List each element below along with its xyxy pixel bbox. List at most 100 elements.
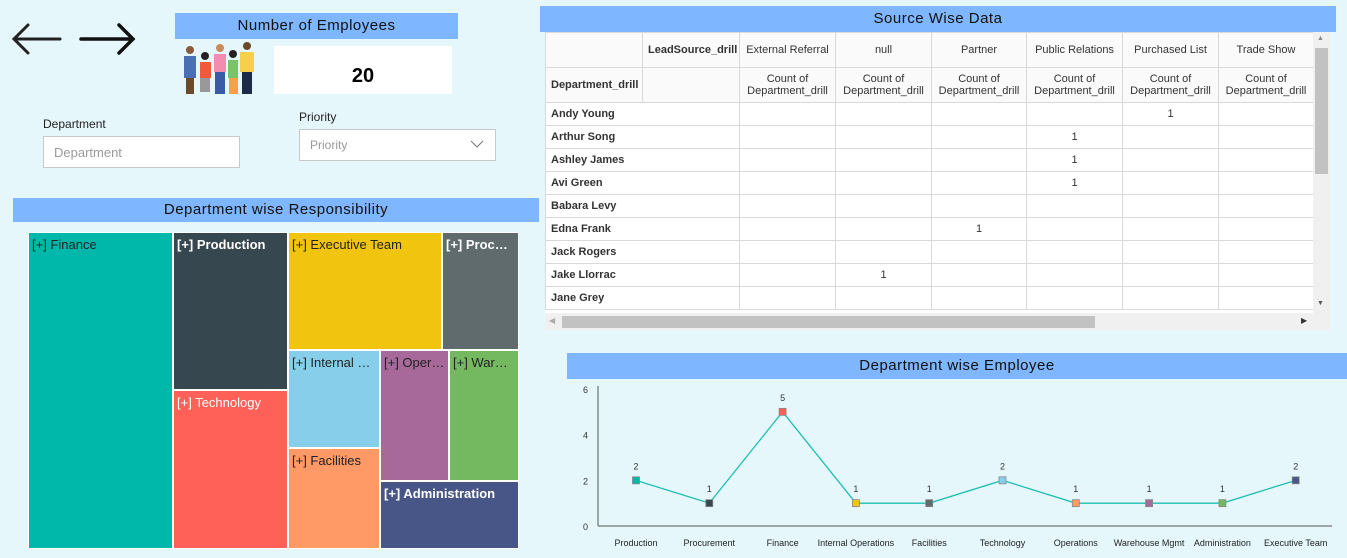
horizontal-scrollbar[interactable]: ◀ ▶ (545, 313, 1330, 330)
table-cell (1026, 240, 1123, 264)
forward-button[interactable] (78, 22, 138, 56)
table-cell (1026, 102, 1123, 126)
table-cell (835, 125, 932, 149)
table-cell (739, 102, 836, 126)
treemap-tile[interactable]: [+] Production (173, 232, 288, 390)
table-cell (1218, 194, 1313, 218)
treemap-tile[interactable]: [+] Warehouse Mgmt (449, 350, 519, 481)
scroll-right-icon[interactable]: ▶ (1301, 316, 1307, 325)
table-cell (739, 125, 836, 149)
table-cell (739, 240, 836, 264)
back-button[interactable] (10, 22, 64, 56)
column-header[interactable]: Partner (931, 32, 1027, 68)
row-header[interactable]: Jake Llorrac (545, 263, 740, 287)
vertical-scroll-thumb[interactable] (1315, 48, 1328, 174)
table-cell (739, 194, 836, 218)
scroll-up-icon[interactable]: ▲ (1317, 35, 1324, 42)
treemap-tile[interactable]: [+] Finance (28, 232, 173, 549)
x-tick-label: Executive Team (1264, 538, 1327, 548)
chevron-down-icon (470, 140, 484, 148)
vertical-scrollbar[interactable]: ▲ ▼ (1313, 32, 1330, 313)
table-cell: 1 (1026, 148, 1123, 172)
measure-header: Count of Department_drill (931, 67, 1027, 103)
row-header[interactable]: Edna Frank (545, 217, 740, 241)
measure-header: Count of Department_drill (835, 67, 932, 103)
horizontal-scroll-thumb[interactable] (562, 316, 1095, 328)
column-header[interactable]: External Referral (739, 32, 836, 68)
pivot-grid: LeadSource_drill External Referral null Par… (545, 32, 1330, 330)
column-header[interactable]: null (835, 32, 932, 68)
row-header[interactable]: Arthur Song (545, 125, 740, 149)
table-cell (931, 148, 1027, 172)
row-header[interactable]: Babara Levy (545, 194, 740, 218)
row-field-label: Department_drill (545, 67, 643, 103)
table-cell (931, 194, 1027, 218)
table-cell (1122, 125, 1219, 149)
table-cell (835, 171, 932, 195)
row-header[interactable]: Andy Young (545, 102, 740, 126)
data-point (1291, 476, 1300, 485)
row-header[interactable]: Jane Grey (545, 286, 740, 310)
table-row: Ashley James 1 (545, 148, 1313, 172)
employee-count-value: 20 (274, 46, 452, 94)
row-header[interactable]: Avi Green (545, 171, 740, 195)
table-cell (835, 217, 932, 241)
data-point (778, 407, 787, 416)
arrow-left-icon (11, 23, 62, 55)
table-cell (739, 263, 836, 287)
pivot-title: Source Wise Data (540, 6, 1336, 32)
column-field-label: LeadSource_drill (642, 32, 740, 68)
row-header[interactable]: Jack Rogers (545, 240, 740, 264)
table-cell (835, 148, 932, 172)
table-cell (835, 194, 932, 218)
people-group-illustration (178, 40, 264, 98)
column-header[interactable]: Public Relations (1026, 32, 1123, 68)
table-cell (1218, 217, 1313, 241)
x-tick-label: Facilities (912, 538, 948, 548)
treemap-tile[interactable]: [+] Facilities (288, 448, 380, 549)
arrow-right-icon (79, 23, 136, 55)
table-cell (1122, 171, 1219, 195)
scroll-left-icon[interactable]: ◀ (549, 316, 555, 325)
treemap-tile[interactable]: [+] Technology (173, 390, 288, 549)
table-cell (1122, 217, 1219, 241)
priority-dropdown[interactable]: Priority (299, 129, 496, 161)
row-header[interactable]: Ashley James (545, 148, 740, 172)
empty-cell (642, 67, 740, 103)
column-header[interactable]: Purchased List (1122, 32, 1219, 68)
table-cell (1218, 125, 1313, 149)
priority-placeholder: Priority (310, 138, 348, 152)
department-employee-line-chart: 0 2 4 6 2 Production 1 Procurement 5 Finance 1 Inte… (583, 385, 1332, 548)
data-point (1071, 499, 1080, 508)
treemap-tile-label: [+] Procurement (446, 237, 518, 252)
series-line (635, 410, 1296, 504)
table-cell: 1 (835, 263, 932, 287)
treemap-tile-label: [+] Executive Team (292, 237, 402, 252)
scroll-down-icon[interactable]: ▼ (1317, 300, 1324, 307)
treemap-title: Department wise Responsibility (13, 198, 539, 222)
treemap-tile[interactable]: [+] Internal Operations (288, 350, 380, 448)
department-placeholder: Department (54, 144, 122, 160)
data-label: 1 (1073, 484, 1078, 494)
table-cell (931, 171, 1027, 195)
table-cell: 1 (931, 217, 1027, 241)
priority-filter-label: Priority (299, 110, 337, 124)
treemap-tile[interactable]: [+] Operations (380, 350, 449, 481)
table-row: Jack Rogers (545, 240, 1313, 264)
y-tick-label: 2 (583, 476, 588, 486)
treemap-tile[interactable]: [+] Administration (380, 481, 519, 549)
department-filter-label: Department (43, 117, 106, 131)
treemap-tile[interactable]: [+] Executive Team (288, 232, 442, 350)
department-filter-input[interactable]: Department (43, 136, 240, 168)
table-cell (835, 102, 932, 126)
x-tick-label: Technology (980, 538, 1026, 548)
chart-title: Department wise Employee (567, 353, 1347, 379)
measure-header: Count of Department_drill (1026, 67, 1123, 103)
data-label: 1 (853, 484, 858, 494)
treemap-tile-label: [+] Warehouse Mgmt (453, 355, 518, 370)
table-cell (1026, 286, 1123, 310)
table-cell (1218, 148, 1313, 172)
treemap-tile[interactable]: [+] Procurement (442, 232, 519, 350)
column-header[interactable]: Trade Show (1218, 32, 1313, 68)
table-row: Andy Young 1 (545, 102, 1313, 126)
